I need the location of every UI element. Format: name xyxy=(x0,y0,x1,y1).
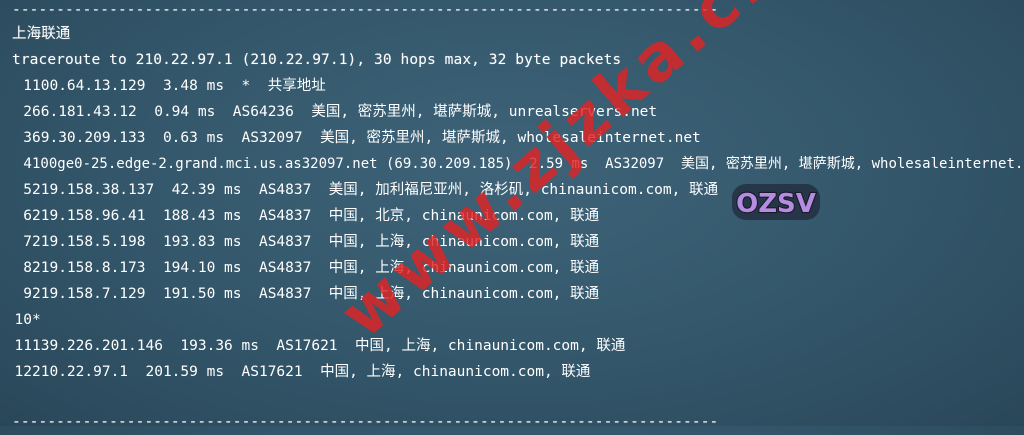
hop-detail: 100.64.13.129 3.48 ms * 共享地址 xyxy=(32,78,326,94)
hop-number: 1 xyxy=(14,78,32,94)
hop-detail: 219.158.8.173 194.10 ms AS4837 中国, 上海, c… xyxy=(32,260,600,276)
separator-bottom: ----------------------------------------… xyxy=(12,414,719,430)
hop-row: 10* xyxy=(10,307,41,333)
hop-row: 1100.64.13.129 3.48 ms * 共享地址 xyxy=(10,73,326,99)
hop-row: 7219.158.5.198 193.83 ms AS4837 中国, 上海, … xyxy=(10,229,599,255)
hop-number: 12 xyxy=(14,364,32,380)
hop-detail: 219.158.38.137 42.39 ms AS4837 美国, 加利福尼亚… xyxy=(32,182,719,198)
hop-detail: 139.226.201.146 193.36 ms AS17621 中国, 上海… xyxy=(32,338,626,354)
hop-number: 3 xyxy=(14,130,32,146)
separator-top: ----------------------------------------… xyxy=(12,2,719,18)
hop-number: 8 xyxy=(14,260,32,276)
hop-detail: 219.158.96.41 188.43 ms AS4837 中国, 北京, c… xyxy=(32,208,600,224)
hop-detail: * xyxy=(32,312,41,328)
hop-detail: 69.30.209.133 0.63 ms AS32097 美国, 密苏里州, … xyxy=(32,130,701,146)
traceroute-command: traceroute to 210.22.97.1 (210.22.97.1),… xyxy=(12,52,622,68)
hop-number: 5 xyxy=(14,182,32,198)
hop-detail: 210.22.97.1 201.59 ms AS17621 中国, 上海, ch… xyxy=(32,364,591,380)
hop-number: 10 xyxy=(14,312,32,328)
hop-detail: 100ge0-25.edge-2.grand.mci.us.as32097.ne… xyxy=(32,156,1024,172)
hop-detail: 66.181.43.12 0.94 ms AS64236 美国, 密苏里州, 堪… xyxy=(32,104,658,120)
hop-number: 11 xyxy=(14,338,32,354)
hop-row: 6219.158.96.41 188.43 ms AS4837 中国, 北京, … xyxy=(10,203,599,229)
hop-number: 2 xyxy=(14,104,32,120)
hop-row: 9219.158.7.129 191.50 ms AS4837 中国, 上海, … xyxy=(10,281,599,307)
hop-detail: 219.158.7.129 191.50 ms AS4837 中国, 上海, c… xyxy=(32,286,600,302)
hop-number: 4 xyxy=(14,156,32,172)
hop-row: 11139.226.201.146 193.36 ms AS17621 中国, … xyxy=(10,333,626,359)
hop-row: 266.181.43.12 0.94 ms AS64236 美国, 密苏里州, … xyxy=(10,99,657,125)
hop-number: 6 xyxy=(14,208,32,224)
hop-row: 5219.158.38.137 42.39 ms AS4837 美国, 加利福尼… xyxy=(10,177,718,203)
hop-number: 9 xyxy=(14,286,32,302)
hop-row: 8219.158.8.173 194.10 ms AS4837 中国, 上海, … xyxy=(10,255,599,281)
hop-detail: 219.158.5.198 193.83 ms AS4837 中国, 上海, c… xyxy=(32,234,600,250)
hop-row: 4100ge0-25.edge-2.grand.mci.us.as32097.n… xyxy=(10,151,1024,177)
hop-row: 12210.22.97.1 201.59 ms AS17621 中国, 上海, … xyxy=(10,359,591,385)
route-title: 上海联通 xyxy=(12,26,71,42)
hop-number: 7 xyxy=(14,234,32,250)
hop-row: 369.30.209.133 0.63 ms AS32097 美国, 密苏里州,… xyxy=(10,125,701,151)
terminal-output: ----------------------------------------… xyxy=(0,0,1024,430)
